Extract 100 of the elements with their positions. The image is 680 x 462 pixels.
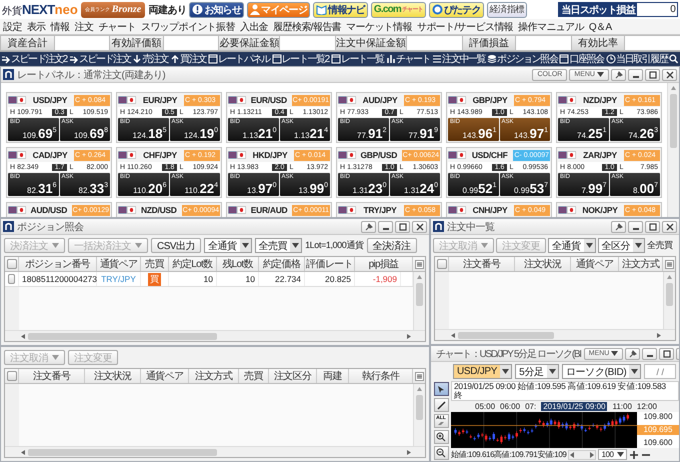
select-all-checkbox[interactable] — [436, 259, 446, 269]
toolbar-item[interactable]: レート一覧2 — [272, 52, 329, 66]
select-all-checkbox[interactable] — [6, 371, 16, 381]
column-header[interactable]: 売買 — [141, 257, 169, 271]
header-button[interactable]: ぴたテク — [428, 2, 484, 18]
menu-item[interactable]: Q＆A — [588, 20, 612, 34]
menu-item[interactable]: 表示 — [26, 20, 46, 34]
action-button[interactable]: 全決済注 — [366, 238, 417, 253]
scroll-thumb[interactable] — [458, 332, 554, 338]
pin-button[interactable] — [611, 220, 626, 232]
menu-item[interactable]: 操作マニュアル — [518, 20, 584, 34]
filter-select[interactable]: 全売買 — [254, 238, 302, 253]
toolbar-item[interactable]: 当日取引履歴 — [606, 52, 668, 66]
zoom-in-button[interactable] — [628, 450, 639, 460]
maximize-button[interactable] — [659, 348, 674, 360]
toolbar-item[interactable]: レート一覧 — [330, 52, 384, 66]
chart-scrollbar[interactable] — [568, 450, 596, 460]
minimize-button[interactable] — [642, 348, 658, 360]
minimize-button[interactable] — [378, 220, 393, 232]
column-header[interactable]: 執行条件 — [349, 369, 413, 383]
pin-button[interactable] — [361, 220, 376, 232]
toolbar-item[interactable]: チャート — [386, 52, 430, 66]
maximize-button[interactable] — [395, 220, 410, 232]
menu-item[interactable]: サポート/サービス情報 — [416, 20, 514, 34]
toolbar-item[interactable]: ポジション照会 — [487, 52, 558, 66]
menu-item[interactable]: 入出金 — [240, 20, 268, 34]
menu-item[interactable]: スワップポイント振替 — [140, 20, 235, 34]
scroll-right-icon[interactable] — [590, 452, 594, 458]
column-header[interactable]: 通貨ペア — [141, 369, 189, 383]
column-header[interactable]: 評価レート — [305, 257, 355, 271]
menu-item[interactable]: 注文 — [74, 20, 94, 34]
vertical-scrollbar[interactable] — [663, 272, 675, 329]
pin-button[interactable] — [611, 68, 626, 80]
scroll-right-icon[interactable] — [657, 332, 661, 338]
column-header[interactable]: 注文番号 — [449, 257, 515, 271]
chart-tool-button[interactable] — [434, 430, 448, 444]
chart-select[interactable]: 5分足 — [515, 364, 559, 379]
menu-item[interactable]: マーケット情報 — [346, 20, 412, 34]
toolbar-item[interactable]: 口座照会 — [559, 52, 604, 66]
chart-select[interactable]: USD/JPY — [453, 364, 512, 379]
scroll-thumb[interactable] — [28, 332, 217, 340]
toolbar-item[interactable]: 注文中一覧 — [432, 52, 486, 66]
toolbar-item[interactable]: スピード注文 — [68, 52, 130, 66]
column-header[interactable]: 注文方式 — [189, 369, 239, 383]
column-header[interactable]: 売買 — [239, 369, 269, 383]
column-header[interactable]: 注文区分 — [269, 369, 317, 383]
toolbar-item[interactable]: 買注文 — [170, 52, 206, 66]
bar-count-select[interactable]: 100 — [598, 449, 627, 460]
row-checkbox[interactable] — [8, 274, 15, 284]
close-button[interactable] — [662, 68, 677, 80]
maximize-button[interactable] — [645, 68, 660, 80]
minimize-button[interactable] — [628, 68, 643, 80]
scroll-right-icon[interactable] — [407, 450, 411, 454]
filter-select[interactable]: 全通貨 — [548, 238, 596, 253]
header-button[interactable]: 情報ナビ — [313, 2, 368, 18]
date-field[interactable]: / / — [644, 364, 676, 379]
close-button[interactable] — [412, 220, 427, 232]
column-header[interactable]: 注文番号 — [19, 369, 85, 383]
chart-tool-button[interactable] — [434, 398, 448, 412]
minimize-button[interactable] — [628, 220, 643, 232]
menu-item[interactable]: 履歴検索/報告書 — [273, 20, 342, 34]
column-menu-icon[interactable] — [664, 260, 674, 268]
filter-select[interactable]: 全通貨 — [204, 238, 252, 253]
chart-select[interactable]: ローソク(BID) — [562, 364, 642, 379]
horizontal-scrollbar[interactable] — [435, 329, 675, 340]
scroll-thumb[interactable] — [670, 94, 677, 148]
column-header[interactable]: 残Lot数 — [217, 257, 259, 271]
toolbar-item[interactable]: レートパネル — [208, 52, 270, 66]
chart-tool-button[interactable] — [434, 382, 448, 396]
header-button[interactable]: お知らせ — [189, 2, 244, 18]
column-header[interactable]: pip損益 — [355, 257, 413, 271]
column-header[interactable]: 通貨ペア — [97, 257, 141, 271]
chart-tool-button[interactable] — [434, 446, 448, 460]
column-menu-icon[interactable] — [414, 260, 424, 268]
close-button[interactable] — [662, 220, 677, 232]
scroll-left-icon[interactable] — [21, 450, 25, 454]
maximize-button[interactable] — [645, 220, 660, 232]
column-header[interactable]: ポジション番号 — [19, 257, 97, 271]
toolbar-item[interactable]: スピード注文2 — [1, 52, 67, 66]
scroll-thumb[interactable] — [28, 448, 217, 456]
scroll-left-icon[interactable] — [21, 334, 25, 338]
column-header[interactable]: 通貨ペア — [571, 257, 619, 271]
filter-select[interactable]: 全区分 — [598, 238, 645, 253]
column-header[interactable]: 両建 — [317, 369, 349, 383]
scroll-right-icon[interactable] — [407, 334, 411, 338]
column-header[interactable]: 約定価格 — [259, 257, 305, 271]
scroll-thumb[interactable] — [416, 395, 423, 420]
column-header[interactable]: 注文状況 — [85, 369, 141, 383]
scroll-left-icon[interactable] — [451, 332, 455, 338]
toolbar-item[interactable]: 売注文 — [132, 52, 168, 66]
menu-item[interactable]: 情報 — [50, 20, 70, 34]
pin-button[interactable] — [625, 348, 640, 360]
scroll-left-icon[interactable] — [570, 452, 574, 458]
horizontal-scrollbar[interactable] — [5, 330, 425, 341]
action-button[interactable]: CSV出力 — [151, 238, 202, 253]
vertical-scrollbar[interactable] — [413, 272, 425, 330]
vertical-scrollbar[interactable] — [413, 384, 425, 446]
search-icon[interactable] — [669, 54, 679, 64]
column-menu-icon[interactable] — [414, 372, 424, 380]
scroll-thumb[interactable] — [666, 283, 673, 306]
